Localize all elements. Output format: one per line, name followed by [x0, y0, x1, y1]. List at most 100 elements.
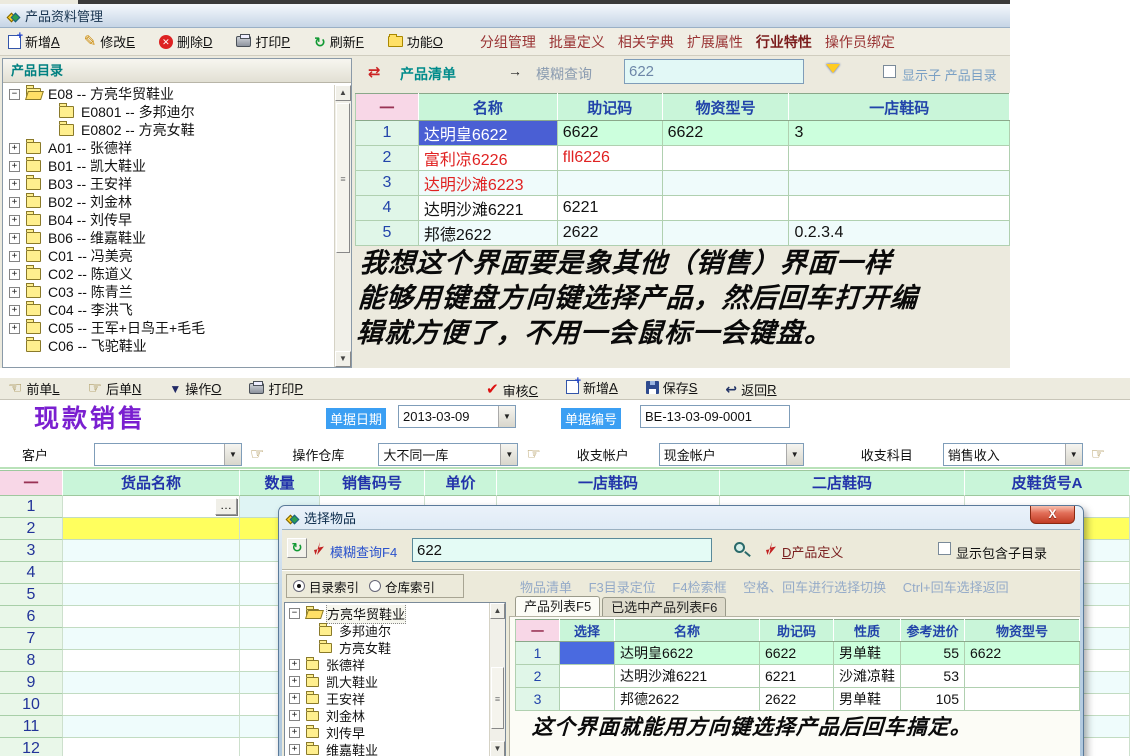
scroll-up-arrow[interactable]: ▲: [335, 85, 351, 101]
tree-item[interactable]: +B03 -- 王安祥: [3, 175, 333, 193]
grid-cell[interactable]: [63, 716, 240, 738]
functions-button[interactable]: 功能O: [388, 32, 443, 51]
tree-item[interactable]: +B01 -- 凯大鞋业: [3, 157, 333, 175]
return-button[interactable]: ↩返回R: [725, 380, 776, 399]
expand-toggle[interactable]: +: [9, 161, 20, 172]
tree-item[interactable]: +B06 -- 维嘉鞋业: [3, 229, 333, 247]
dropdown-arrow-icon[interactable]: ▼: [500, 444, 517, 465]
grid-cell[interactable]: [63, 628, 240, 650]
grid-cell[interactable]: [63, 606, 240, 628]
table-row[interactable]: 2达明沙滩62216221沙滩凉鞋53: [516, 665, 1080, 688]
table-row[interactable]: 3邦德26222622男单鞋105: [516, 688, 1080, 711]
refresh-button[interactable]: ↻刷新F: [314, 32, 364, 51]
cell-select[interactable]: [560, 688, 615, 711]
tree-item[interactable]: +C02 -- 陈道义: [3, 265, 333, 283]
table-row[interactable]: 4达明沙滩62216221: [356, 196, 1010, 221]
column-header[interactable]: 一: [356, 94, 419, 121]
tree-item[interactable]: +王安祥: [285, 690, 489, 707]
refresh-button[interactable]: ↻: [287, 538, 307, 558]
catalog-tree-scrollbar[interactable]: ▲ ≡ ▼: [334, 85, 351, 367]
expand-toggle[interactable]: −: [289, 608, 300, 619]
cell-select[interactable]: [560, 665, 615, 688]
audit-button[interactable]: ✔审核C: [486, 381, 538, 400]
operate-button[interactable]: ▼操作O: [169, 379, 221, 398]
tree-item[interactable]: +B02 -- 刘金林: [3, 193, 333, 211]
cell-select[interactable]: [560, 642, 615, 665]
product-window-titlebar[interactable]: 产品资料管理: [0, 4, 1010, 28]
column-header[interactable]: 名称: [418, 94, 557, 121]
dialog-fuzzy-input[interactable]: [412, 538, 712, 562]
dropdown-arrow-icon[interactable]: ▼: [224, 444, 241, 465]
column-header[interactable]: 助记码: [557, 94, 662, 121]
column-header[interactable]: 数量: [240, 470, 320, 496]
doc-number-input[interactable]: [640, 405, 790, 428]
expand-toggle[interactable]: +: [289, 744, 300, 755]
swap-arrows-icon[interactable]: ⇄: [368, 63, 381, 81]
column-header[interactable]: 性质: [834, 620, 901, 642]
search-icon[interactable]: [734, 542, 745, 553]
grid-cell[interactable]: [63, 672, 240, 694]
expand-toggle[interactable]: +: [289, 693, 300, 704]
lookup-hand-icon[interactable]: ☞: [1091, 444, 1105, 464]
column-header[interactable]: 皮鞋货号A: [965, 470, 1130, 496]
grid-cell[interactable]: [63, 694, 240, 716]
lookup-ellipsis-button[interactable]: …: [215, 498, 237, 515]
tree-item[interactable]: +刘金林: [285, 707, 489, 724]
doc-date-combobox[interactable]: 2013-03-09 ▼: [398, 405, 516, 428]
column-header[interactable]: 参考进价: [901, 620, 965, 642]
expand-toggle[interactable]: +: [9, 233, 20, 244]
tree-item[interactable]: +刘传早: [285, 724, 489, 741]
expand-toggle[interactable]: +: [9, 215, 20, 226]
scroll-down-arrow[interactable]: ▼: [490, 741, 505, 756]
expand-toggle[interactable]: +: [9, 251, 20, 262]
tree-item[interactable]: 多邦迪尔: [285, 622, 489, 639]
dialog-titlebar[interactable]: 选择物品: [279, 506, 1083, 529]
field-combobox-3[interactable]: 销售收入▼: [943, 443, 1083, 466]
toolbar-link-0[interactable]: 分组管理: [480, 32, 536, 52]
close-button[interactable]: X: [1030, 506, 1075, 524]
goto-arrow-icon[interactable]: →: [508, 63, 522, 79]
table-row[interactable]: 3达明沙滩6223: [356, 171, 1010, 196]
print-button[interactable]: 打印P: [249, 379, 303, 398]
show-sub-catalog-checkbox[interactable]: [883, 65, 896, 78]
scroll-down-arrow[interactable]: ▼: [335, 351, 351, 367]
toolbar-link-5[interactable]: 操作员绑定: [825, 32, 895, 52]
expand-toggle[interactable]: −: [9, 89, 20, 100]
expand-toggle[interactable]: +: [289, 676, 300, 687]
tab-1[interactable]: 已选中产品列表F6: [602, 597, 726, 617]
new-button[interactable]: 新增A: [8, 32, 60, 51]
product-define-link[interactable]: D产品定义: [782, 542, 843, 561]
tree-item[interactable]: E0802 -- 方亮女鞋: [3, 121, 333, 139]
tree-item[interactable]: +维嘉鞋业: [285, 741, 489, 756]
column-header[interactable]: 一店鞋码: [497, 470, 720, 496]
lookup-hand-icon[interactable]: ☞: [250, 444, 264, 464]
dialog-tree-scrollbar[interactable]: ▲ ≡ ▼: [489, 603, 505, 756]
table-row[interactable]: 1达明皇6622662266223: [356, 121, 1010, 146]
new-button[interactable]: 新增A: [566, 378, 618, 397]
expand-toggle[interactable]: +: [9, 197, 20, 208]
lookup-hand-icon[interactable]: ☞: [526, 444, 540, 464]
grid-cell[interactable]: …: [63, 496, 240, 518]
tree-item[interactable]: +张德祥: [285, 656, 489, 673]
expand-toggle[interactable]: +: [9, 323, 20, 334]
tree-item[interactable]: −方亮华贸鞋业: [285, 605, 489, 622]
delete-button[interactable]: ✕删除D: [159, 32, 212, 51]
tree-item[interactable]: +C05 -- 王军+日鸟王+毛毛: [3, 319, 333, 337]
dropdown-arrow-icon[interactable]: ▼: [1065, 444, 1082, 465]
dropdown-arrow-icon[interactable]: ▼: [786, 444, 803, 465]
toolbar-link-3[interactable]: 扩展属性: [687, 32, 743, 52]
expand-toggle[interactable]: +: [9, 143, 20, 154]
column-header[interactable]: 助记码: [760, 620, 834, 642]
column-header[interactable]: 选择: [560, 620, 615, 642]
column-header[interactable]: 货品名称: [63, 470, 240, 496]
grid-cell[interactable]: [63, 584, 240, 606]
column-header[interactable]: 物资型号: [662, 94, 789, 121]
toolbar-link-4[interactable]: 行业特性: [756, 32, 812, 52]
tree-item[interactable]: 方亮女鞋: [285, 639, 489, 656]
grid-cell[interactable]: [63, 540, 240, 562]
column-header[interactable]: 销售码号: [320, 470, 425, 496]
scroll-thumb[interactable]: ≡: [491, 667, 504, 729]
filter-funnel-icon[interactable]: [826, 64, 840, 73]
column-header[interactable]: 一: [516, 620, 560, 642]
include-subdir-checkbox[interactable]: [938, 542, 951, 555]
